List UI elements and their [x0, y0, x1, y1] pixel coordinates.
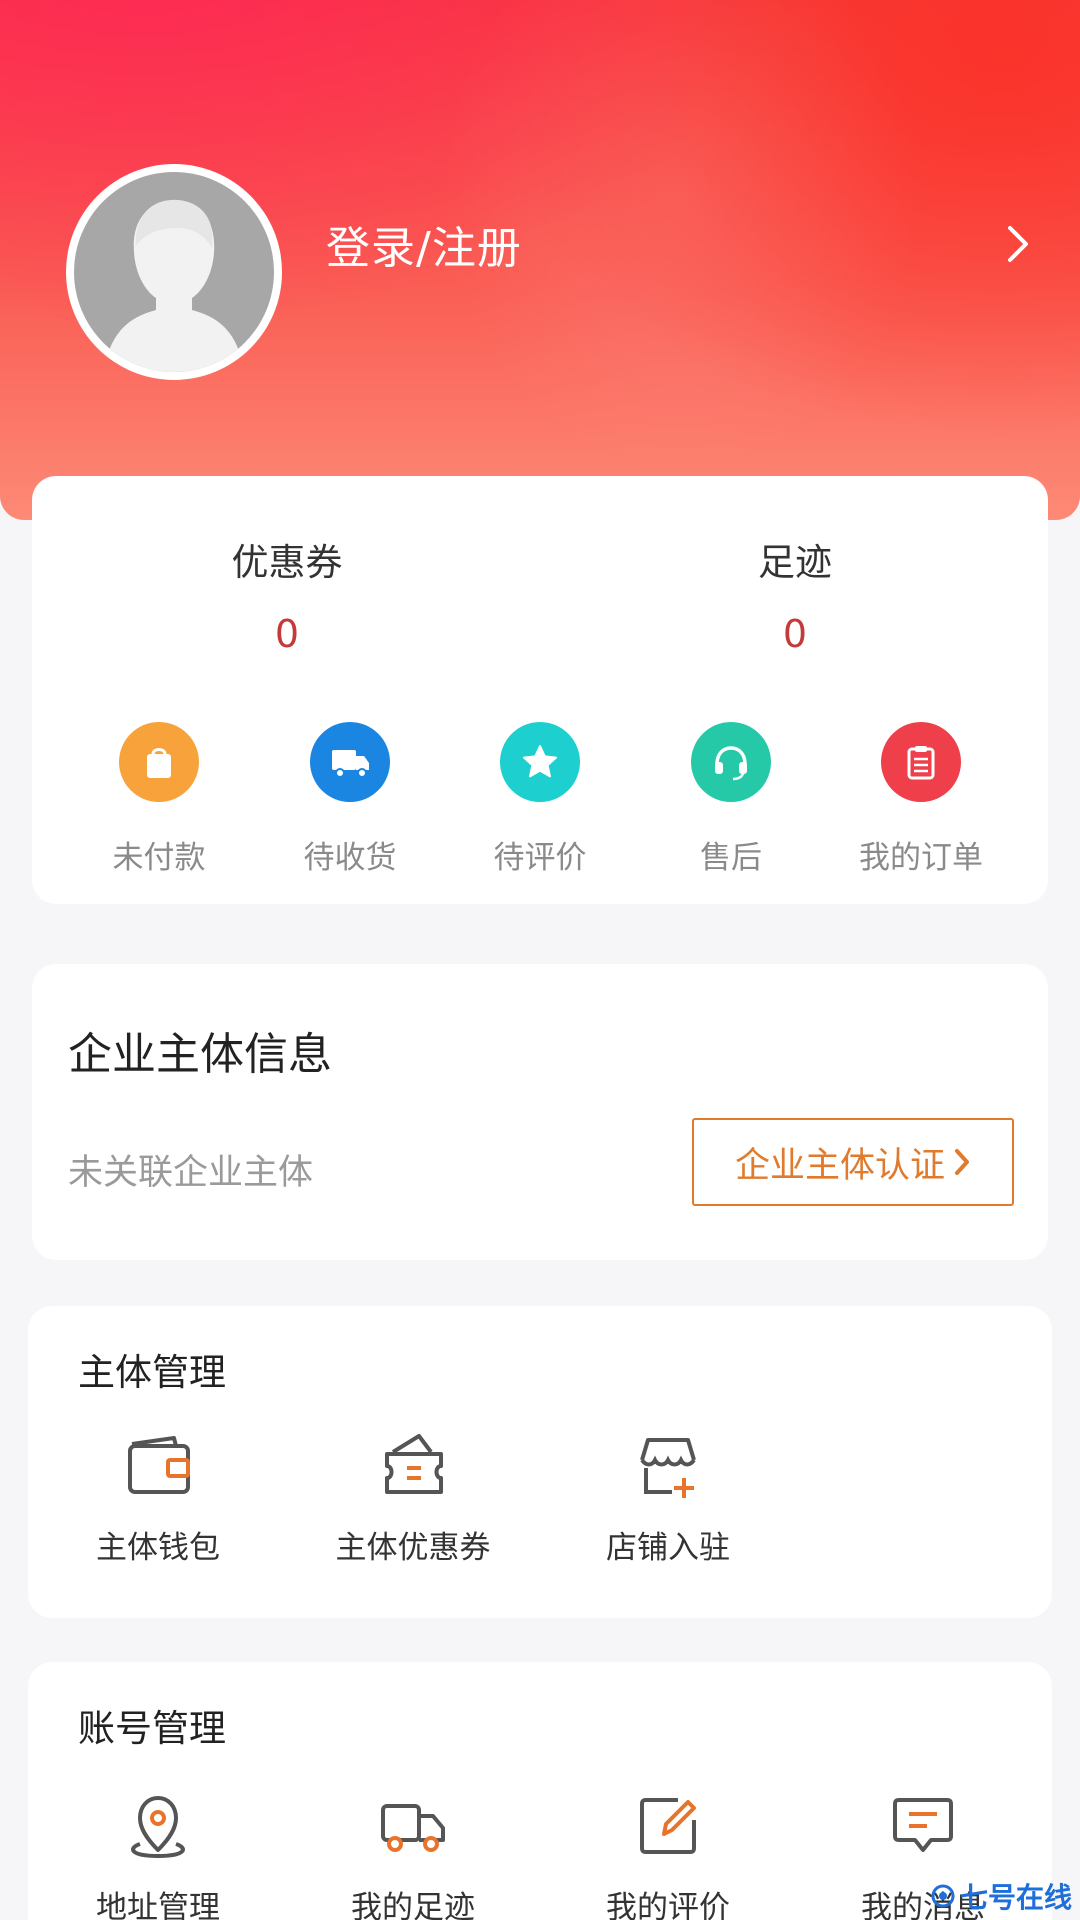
- subject-coupon-label: 主体优惠券: [335, 1530, 491, 1566]
- order-all[interactable]: 我的订单: [826, 722, 1016, 877]
- address-management[interactable]: 地址管理: [58, 1786, 258, 1920]
- order-all-label: 我的订单: [859, 840, 983, 876]
- watermark: 七号在线: [930, 1876, 1072, 1916]
- subject-coupon[interactable]: 主体优惠券: [313, 1426, 513, 1567]
- order-unpaid[interactable]: 未付款: [64, 722, 254, 877]
- star-icon: [500, 722, 580, 802]
- order-unpaid-label: 未付款: [112, 840, 206, 876]
- enterprise-status: 未关联企业主体: [68, 1153, 314, 1193]
- delivery-truck-icon: [381, 1804, 445, 1852]
- enterprise-verify-label: 企业主体认证: [734, 1145, 945, 1186]
- chevron-right-icon[interactable]: [1004, 222, 1032, 266]
- order-to-review[interactable]: 待评价: [445, 722, 635, 877]
- shopping-bag-icon: [119, 722, 199, 802]
- subject-wallet-label: 主体钱包: [96, 1530, 220, 1566]
- footprint-stat-label: 足迹: [758, 541, 832, 584]
- coupon-stat[interactable]: 优惠券 0: [137, 532, 437, 656]
- coupon-wallet-icon: [385, 1434, 443, 1494]
- headset-icon: [691, 722, 771, 802]
- order-after-sales-label: 售后: [700, 840, 762, 876]
- truck-icon: [310, 722, 390, 802]
- wallet-icon: [128, 1436, 190, 1494]
- order-to-review-label: 待评价: [493, 840, 587, 876]
- my-footprint[interactable]: 我的足迹: [313, 1786, 513, 1920]
- subject-management-title: 主体管理: [78, 1351, 226, 1394]
- enterprise-info-card: [32, 964, 1048, 1260]
- address-management-label: 地址管理: [96, 1890, 220, 1920]
- order-to-receive-label: 待收货: [303, 840, 397, 876]
- store-entry[interactable]: 店铺入驻: [568, 1426, 768, 1567]
- login-register-link[interactable]: 登录/注册: [326, 212, 522, 276]
- avatar[interactable]: [66, 164, 282, 380]
- enterprise-title: 企业主体信息: [68, 1029, 332, 1080]
- account-management-title: 账号管理: [78, 1707, 226, 1750]
- footprint-stat-value: 0: [782, 612, 808, 656]
- enterprise-verify-button[interactable]: 企业主体认证: [692, 1118, 1014, 1206]
- order-to-receive[interactable]: 待收货: [255, 722, 445, 877]
- chevron-right-icon: [955, 1149, 969, 1175]
- coupon-stat-value: 0: [274, 612, 300, 656]
- watermark-logo-icon: [931, 1884, 955, 1908]
- my-reviews[interactable]: 我的评价: [568, 1786, 768, 1920]
- message-icon: [893, 1798, 953, 1852]
- store-entry-label: 店铺入驻: [606, 1530, 730, 1566]
- store-add-icon: [640, 1438, 696, 1498]
- my-reviews-label: 我的评价: [606, 1890, 730, 1920]
- subject-wallet[interactable]: 主体钱包: [58, 1426, 258, 1567]
- order-after-sales[interactable]: 售后: [636, 722, 826, 877]
- edit-icon: [640, 1798, 696, 1854]
- default-avatar-icon: [104, 199, 244, 372]
- watermark-text: 七号在线: [960, 1881, 1073, 1914]
- my-footprint-label: 我的足迹: [351, 1890, 475, 1920]
- clipboard-icon: [881, 722, 961, 802]
- footprint-stat[interactable]: 足迹 0: [645, 532, 945, 656]
- location-pin-icon: [131, 1796, 185, 1859]
- coupon-stat-label: 优惠券: [231, 541, 343, 584]
